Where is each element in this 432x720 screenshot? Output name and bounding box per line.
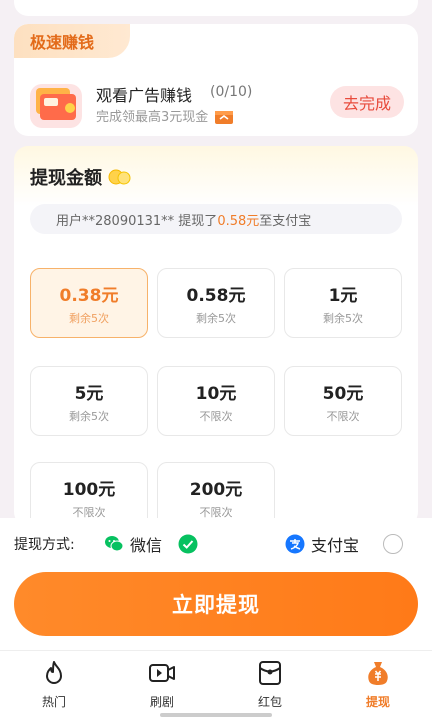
tab-withdraw[interactable]: 提现	[348, 659, 408, 710]
amount-option-5[interactable]: 5元 剩余5次	[30, 366, 148, 436]
previous-card	[14, 0, 418, 16]
option-remaining: 剩余5次	[323, 311, 363, 325]
coins-icon	[108, 169, 131, 185]
option-amount: 5元	[74, 383, 104, 404]
task-progress: (0/10)	[210, 84, 253, 100]
tab-label: 红包	[257, 695, 282, 709]
payment-option-wechat[interactable]: 微信	[104, 532, 198, 556]
tab-label: 热门	[41, 695, 66, 709]
tab-red-envelope[interactable]: 红包	[240, 659, 300, 710]
go-complete-button[interactable]: 去完成	[330, 86, 404, 118]
alipay-label: 支付宝	[311, 536, 360, 555]
option-remaining: 不限次	[199, 409, 233, 423]
amount-option-50[interactable]: 50元 不限次	[284, 366, 402, 436]
payment-method-bar: 提现方式: 微信 支付宝	[0, 518, 432, 570]
withdraw-amount-card: 提现金额 用户**28090131** 提现了 0.58元 至支付宝 0.38元…	[14, 146, 418, 532]
option-amount: 1元	[328, 285, 358, 306]
withdraw-now-button[interactable]: 立即提现	[14, 572, 418, 636]
video-icon	[149, 664, 175, 682]
notice-prefix: 用户**28090131** 提现了	[56, 213, 218, 229]
amount-option-1[interactable]: 1元 剩余5次	[284, 268, 402, 338]
tab-label: 刷剧	[149, 695, 174, 709]
option-amount: 0.38元	[59, 285, 119, 306]
amount-option-0-38[interactable]: 0.38元 剩余5次	[30, 268, 148, 338]
option-remaining: 剩余5次	[69, 409, 109, 423]
money-bag-icon	[368, 662, 388, 685]
option-amount: 50元	[322, 383, 364, 404]
wechat-icon	[105, 536, 124, 552]
option-remaining: 不限次	[326, 409, 360, 423]
option-amount: 200元	[189, 479, 243, 500]
flame-icon	[46, 661, 62, 684]
task-subtitle-text: 完成领最高3元现金	[96, 110, 209, 125]
amount-option-0-58[interactable]: 0.58元 剩余5次	[157, 268, 275, 338]
option-remaining: 剩余5次	[69, 311, 109, 325]
option-amount: 0.58元	[186, 285, 246, 306]
notice-suffix: 至支付宝	[259, 213, 312, 229]
ad-task-icon	[30, 84, 82, 128]
withdraw-notice: 用户**28090131** 提现了 0.58元 至支付宝	[30, 204, 402, 234]
option-amount: 100元	[62, 479, 116, 500]
option-amount: 10元	[195, 383, 237, 404]
gift-icon	[215, 110, 234, 124]
bottom-tab-bar: 热门 刷剧 红包 提现	[0, 650, 432, 720]
speed-earn-tag: 极速赚钱	[14, 24, 130, 58]
tab-drama[interactable]: 刷剧	[132, 659, 192, 710]
payment-method-label: 提现方式:	[14, 537, 75, 553]
option-remaining: 剩余5次	[196, 311, 236, 325]
tab-label: 提现	[365, 695, 390, 709]
amount-option-10[interactable]: 10元 不限次	[157, 366, 275, 436]
wechat-label: 微信	[130, 536, 163, 555]
check-circle-icon	[178, 534, 198, 554]
task-subtitle: 完成领最高3元现金	[96, 106, 234, 125]
amount-section-title: 提现金额	[30, 164, 132, 190]
notice-amount: 0.58元	[217, 213, 260, 229]
alipay-radio[interactable]	[383, 534, 404, 554]
tab-hot[interactable]: 热门	[24, 659, 84, 710]
home-indicator	[160, 713, 272, 717]
amount-title-text: 提现金额	[30, 168, 102, 189]
task-title: 观看广告赚钱	[96, 86, 193, 105]
alipay-icon	[285, 534, 305, 554]
red-envelope-icon	[259, 661, 281, 685]
speed-earn-card: 极速赚钱 观看广告赚钱 (0/10) 完成领最高3元现金 去完成	[14, 24, 418, 136]
payment-option-alipay[interactable]: 支付宝	[285, 532, 404, 556]
